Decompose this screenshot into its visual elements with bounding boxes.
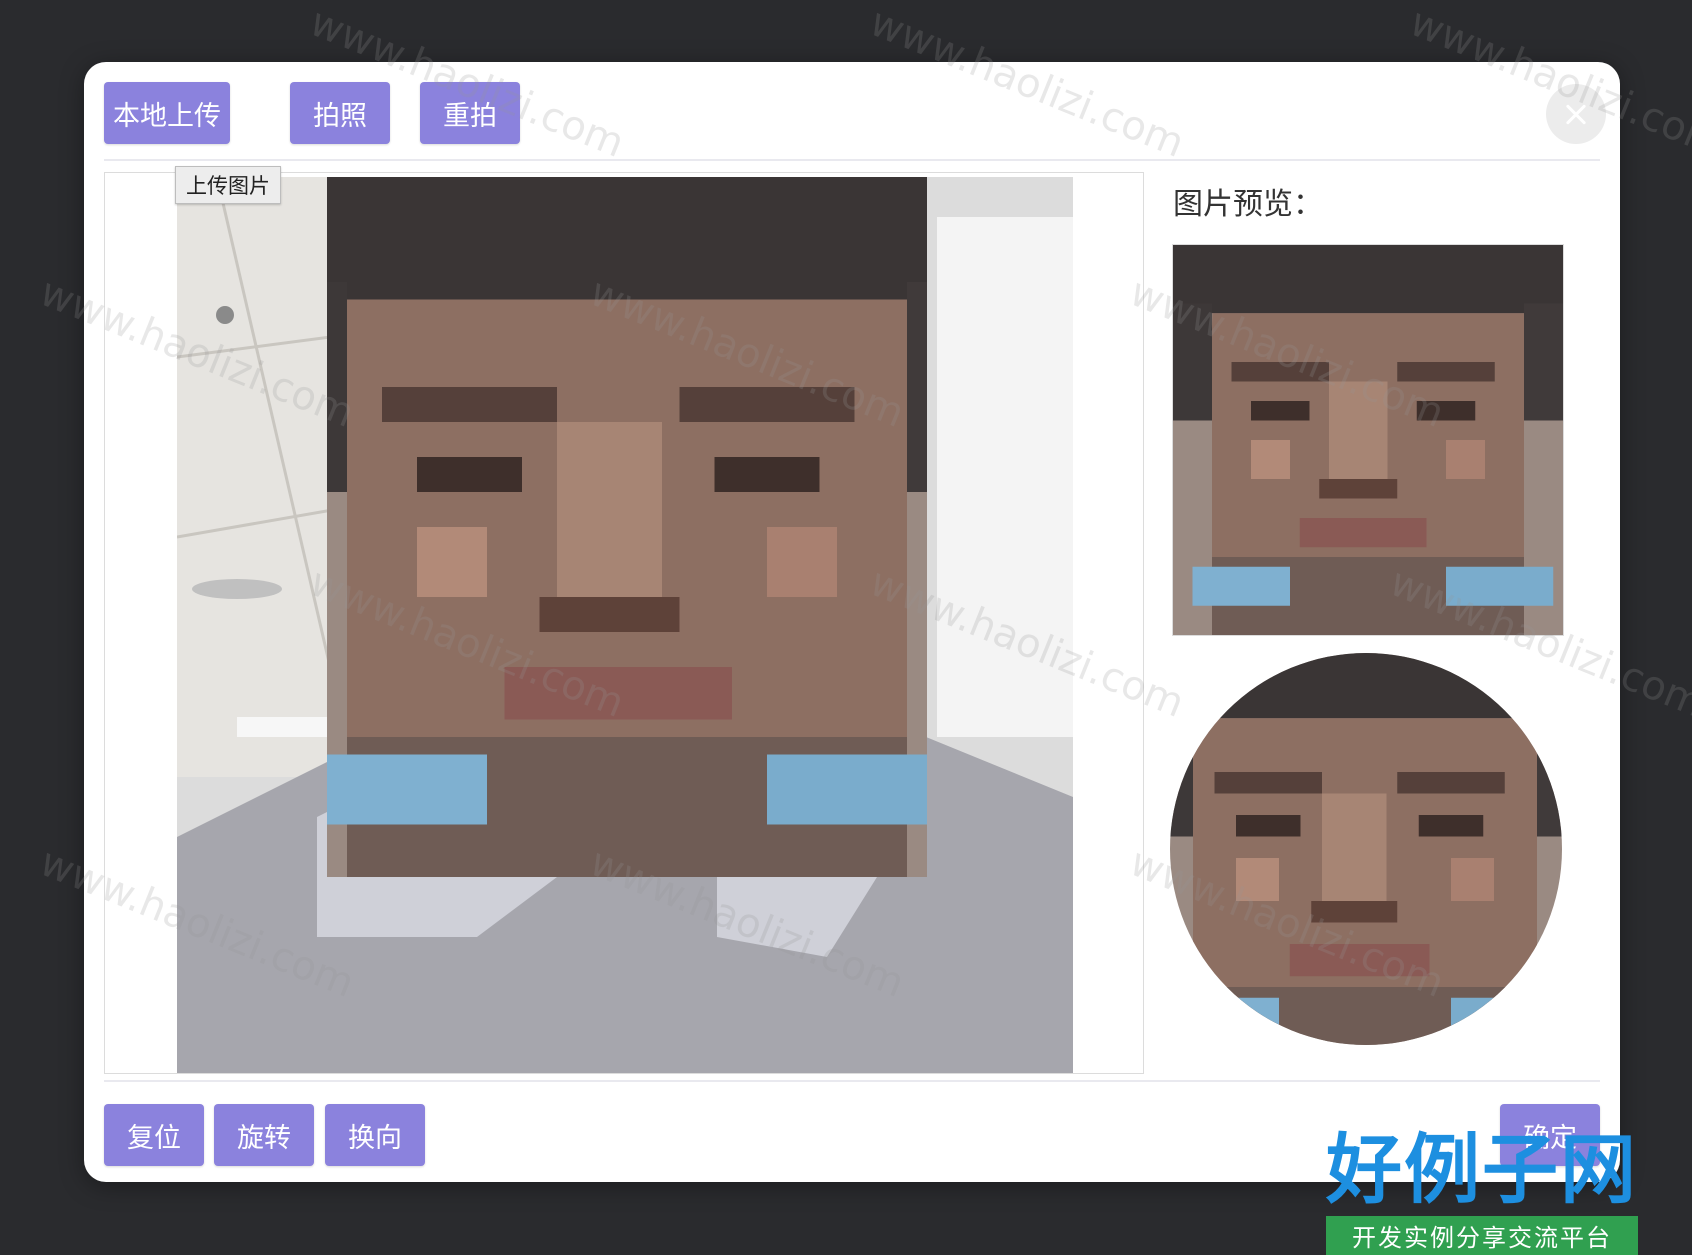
- upload-tooltip: 上传图片: [175, 166, 281, 204]
- preview-title: 图片预览：: [1173, 187, 1323, 222]
- preview-circle: [1170, 653, 1562, 1045]
- preview-circle-image: [1170, 653, 1562, 1045]
- take-photo-button[interactable]: 拍照: [290, 82, 390, 144]
- flip-button[interactable]: 换向: [325, 1104, 425, 1166]
- upload-local-button[interactable]: 本地上传: [104, 82, 230, 144]
- retake-button[interactable]: 重拍: [420, 82, 520, 144]
- close-icon[interactable]: [1546, 84, 1606, 144]
- reset-button[interactable]: 复位: [104, 1104, 204, 1166]
- preview-square: [1172, 244, 1564, 636]
- preview-square-image: [1173, 245, 1563, 635]
- camera-photo: [177, 177, 1073, 1073]
- cropper-dialog: 本地上传 拍照 重拍 上传图片 图片预览： 复位 旋转 换向 确定: [84, 62, 1620, 1182]
- logo-title: 好例子网: [1326, 1125, 1638, 1214]
- haolizi-logo: 好例子网 开发实例分享交流平台: [1326, 1132, 1638, 1255]
- rotate-button[interactable]: 旋转: [214, 1104, 314, 1166]
- crop-area[interactable]: [104, 172, 1144, 1074]
- bottom-divider: [104, 1080, 1600, 1082]
- logo-subtitle: 开发实例分享交流平台: [1326, 1216, 1638, 1255]
- top-divider: [104, 159, 1600, 161]
- crop-image[interactable]: [177, 177, 1073, 1073]
